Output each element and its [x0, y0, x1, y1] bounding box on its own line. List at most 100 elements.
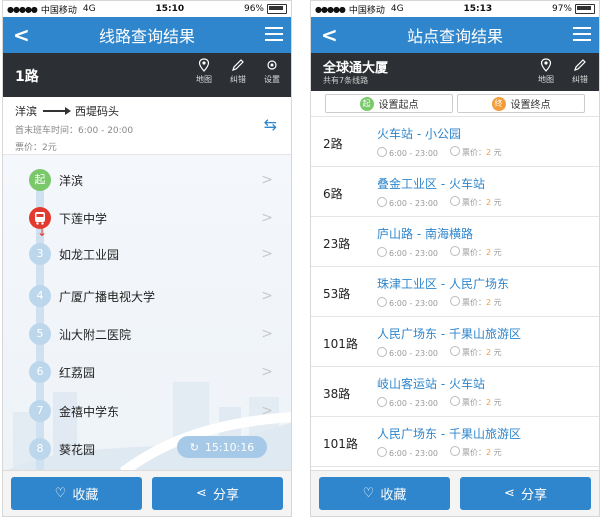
route-header: 1路 地图 纠错 设置	[3, 53, 291, 97]
direction-from: 洋滨	[15, 105, 37, 118]
chevron-right-icon: >	[261, 172, 273, 188]
stop-marker: 3	[29, 243, 51, 265]
route-hours: 6:00 - 23:00	[389, 148, 438, 158]
map-pin-icon	[198, 58, 210, 72]
clock: 15:10	[155, 4, 185, 14]
status-bar: ●●●●● 中国移动 4G 15:13 97%	[311, 1, 599, 17]
set-end-label: 设置终点	[510, 100, 551, 111]
route-title: 庐山路 - 南海横路	[377, 227, 473, 241]
price-value: 2	[486, 298, 492, 307]
back-icon[interactable]: <	[321, 23, 338, 47]
page-title: 站点查询结果	[406, 27, 503, 46]
price-label: 票价：	[462, 398, 486, 407]
network: 4G	[82, 4, 96, 14]
favorite-button[interactable]: ♡ 收藏	[319, 477, 450, 510]
chevron-right-icon: >	[261, 364, 273, 380]
price-label: 票价：	[462, 298, 486, 307]
chevron-right-icon: >	[261, 288, 273, 304]
signal-icon: ●●●●●	[315, 4, 346, 14]
stop-item[interactable]: 6 红荔园 >	[3, 353, 291, 391]
clock-icon	[377, 196, 387, 207]
bottom-bar: ♡ 收藏 ⋖ 分享	[3, 470, 291, 516]
map-tool[interactable]: 地图	[531, 58, 561, 85]
list-item[interactable]: 101路 人民广场东 - 千果山旅游区 6:00 - 23:00 票价：2 元	[311, 317, 599, 367]
price-unit: 元	[493, 198, 502, 207]
route-number: 38路	[323, 387, 351, 401]
price-value: 2	[486, 198, 492, 207]
route-title: 岐山客运站 - 火车站	[377, 377, 485, 391]
battery-icon	[267, 4, 287, 14]
swap-direction-icon[interactable]: ⇆	[264, 115, 277, 134]
stop-item[interactable]: 4 广厦广播电视大学 >	[3, 277, 291, 315]
price-value: 2	[486, 148, 492, 157]
hours-label: 首末班车时间：	[15, 126, 79, 136]
route-number: 23路	[323, 237, 351, 251]
list-item[interactable]: 2路 火车站 - 小公园 6:00 - 23:00 票价：2 元	[311, 117, 599, 167]
share-button[interactable]: ⋖ 分享	[460, 477, 591, 510]
price-icon	[450, 296, 460, 306]
price-label: 票价：	[462, 148, 486, 157]
set-end-button[interactable]: 终 设置终点	[457, 94, 585, 113]
route-number: 1路	[15, 69, 39, 85]
share-icon: ⋖	[504, 486, 515, 501]
route-hours: 6:00 - 23:00	[389, 298, 438, 308]
price-icon	[450, 196, 460, 206]
map-tool[interactable]: 地图	[189, 58, 219, 85]
back-icon[interactable]: <	[13, 23, 30, 47]
set-start-button[interactable]: 起 设置起点	[325, 94, 453, 113]
price-icon	[450, 346, 460, 356]
correct-tool[interactable]: 纠错	[223, 58, 253, 85]
share-button[interactable]: ⋖ 分享	[152, 477, 283, 510]
stop-marker: 6	[29, 361, 51, 383]
price-label: 票价：	[462, 348, 486, 357]
list-item[interactable]: 53路 珠津工业区 - 人民广场东 6:00 - 23:00 票价：2 元	[311, 267, 599, 317]
set-endpoints-bar: 起 设置起点 终 设置终点	[311, 91, 599, 117]
favorite-label: 收藏	[380, 488, 407, 503]
stop-item[interactable]: 7 金禧中学东 >	[3, 392, 291, 430]
stop-list: 起 洋滨 > 下莲中学 > ↓ 3 如龙工业园 > 4 广厦广播电视大学 > 5…	[3, 155, 291, 475]
station-route-count: 共有7条线路	[323, 76, 369, 85]
chevron-right-icon: >	[261, 210, 273, 226]
stop-item[interactable]: 起 洋滨 >	[3, 161, 291, 199]
station-result-screen: ●●●●● 中国移动 4G 15:13 97% < 站点查询结果 全球通大厦 共…	[310, 0, 600, 517]
route-number: 53路	[323, 287, 351, 301]
route-hours: 6:00 - 23:00	[389, 248, 438, 258]
price-unit: 元	[493, 148, 502, 157]
menu-icon[interactable]	[265, 27, 283, 41]
list-item[interactable]: 38路 岐山客运站 - 火车站 6:00 - 23:00 票价：2 元	[311, 367, 599, 417]
refresh-button[interactable]: ↻ 15:10:16	[177, 436, 267, 458]
chevron-right-icon: >	[261, 403, 273, 419]
correct-tool[interactable]: 纠错	[565, 58, 595, 85]
start-marker: 起	[29, 169, 51, 191]
share-label: 分享	[520, 488, 547, 503]
refresh-icon: ↻	[189, 440, 199, 454]
route-number: 2路	[323, 137, 343, 151]
station-header: 全球通大厦 共有7条线路 地图 纠错	[311, 53, 599, 91]
map-pin-icon	[540, 58, 552, 72]
price-icon	[450, 246, 460, 256]
stop-name: 葵花园	[59, 442, 96, 457]
list-item[interactable]: 23路 庐山路 - 南海横路 6:00 - 23:00 票价：2 元	[311, 217, 599, 267]
navbar: < 站点查询结果	[311, 17, 599, 53]
stop-name: 红荔园	[59, 365, 96, 380]
route-title: 珠津工业区 - 人民广场东	[377, 277, 509, 291]
stop-name: 如龙工业园	[59, 247, 120, 262]
direction-to: 西堤码头	[75, 105, 119, 118]
price-icon	[450, 146, 460, 156]
stop-item[interactable]: 3 如龙工业园 >	[3, 235, 291, 273]
stop-name: 洋滨	[59, 173, 84, 188]
stop-marker: 7	[29, 400, 51, 422]
price-unit: 元	[493, 248, 502, 257]
hours-value: 6:00 - 20:00	[78, 126, 134, 136]
route-hours: 6:00 - 23:00	[389, 348, 438, 358]
route-title: 叠金工业区 - 火车站	[377, 177, 485, 191]
settings-tool[interactable]: 设置	[257, 58, 287, 85]
price-value: 2	[486, 348, 492, 357]
menu-icon[interactable]	[573, 27, 591, 41]
route-number: 101路	[323, 437, 358, 451]
favorite-button[interactable]: ♡ 收藏	[11, 477, 142, 510]
set-start-label: 设置起点	[378, 100, 419, 111]
list-item[interactable]: 101路 人民广场东 - 千果山旅游区 6:00 - 23:00 票价：2 元	[311, 417, 599, 467]
stop-item[interactable]: 5 汕大附二医院 >	[3, 315, 291, 353]
list-item[interactable]: 6路 叠金工业区 - 火车站 6:00 - 23:00 票价：2 元	[311, 167, 599, 217]
